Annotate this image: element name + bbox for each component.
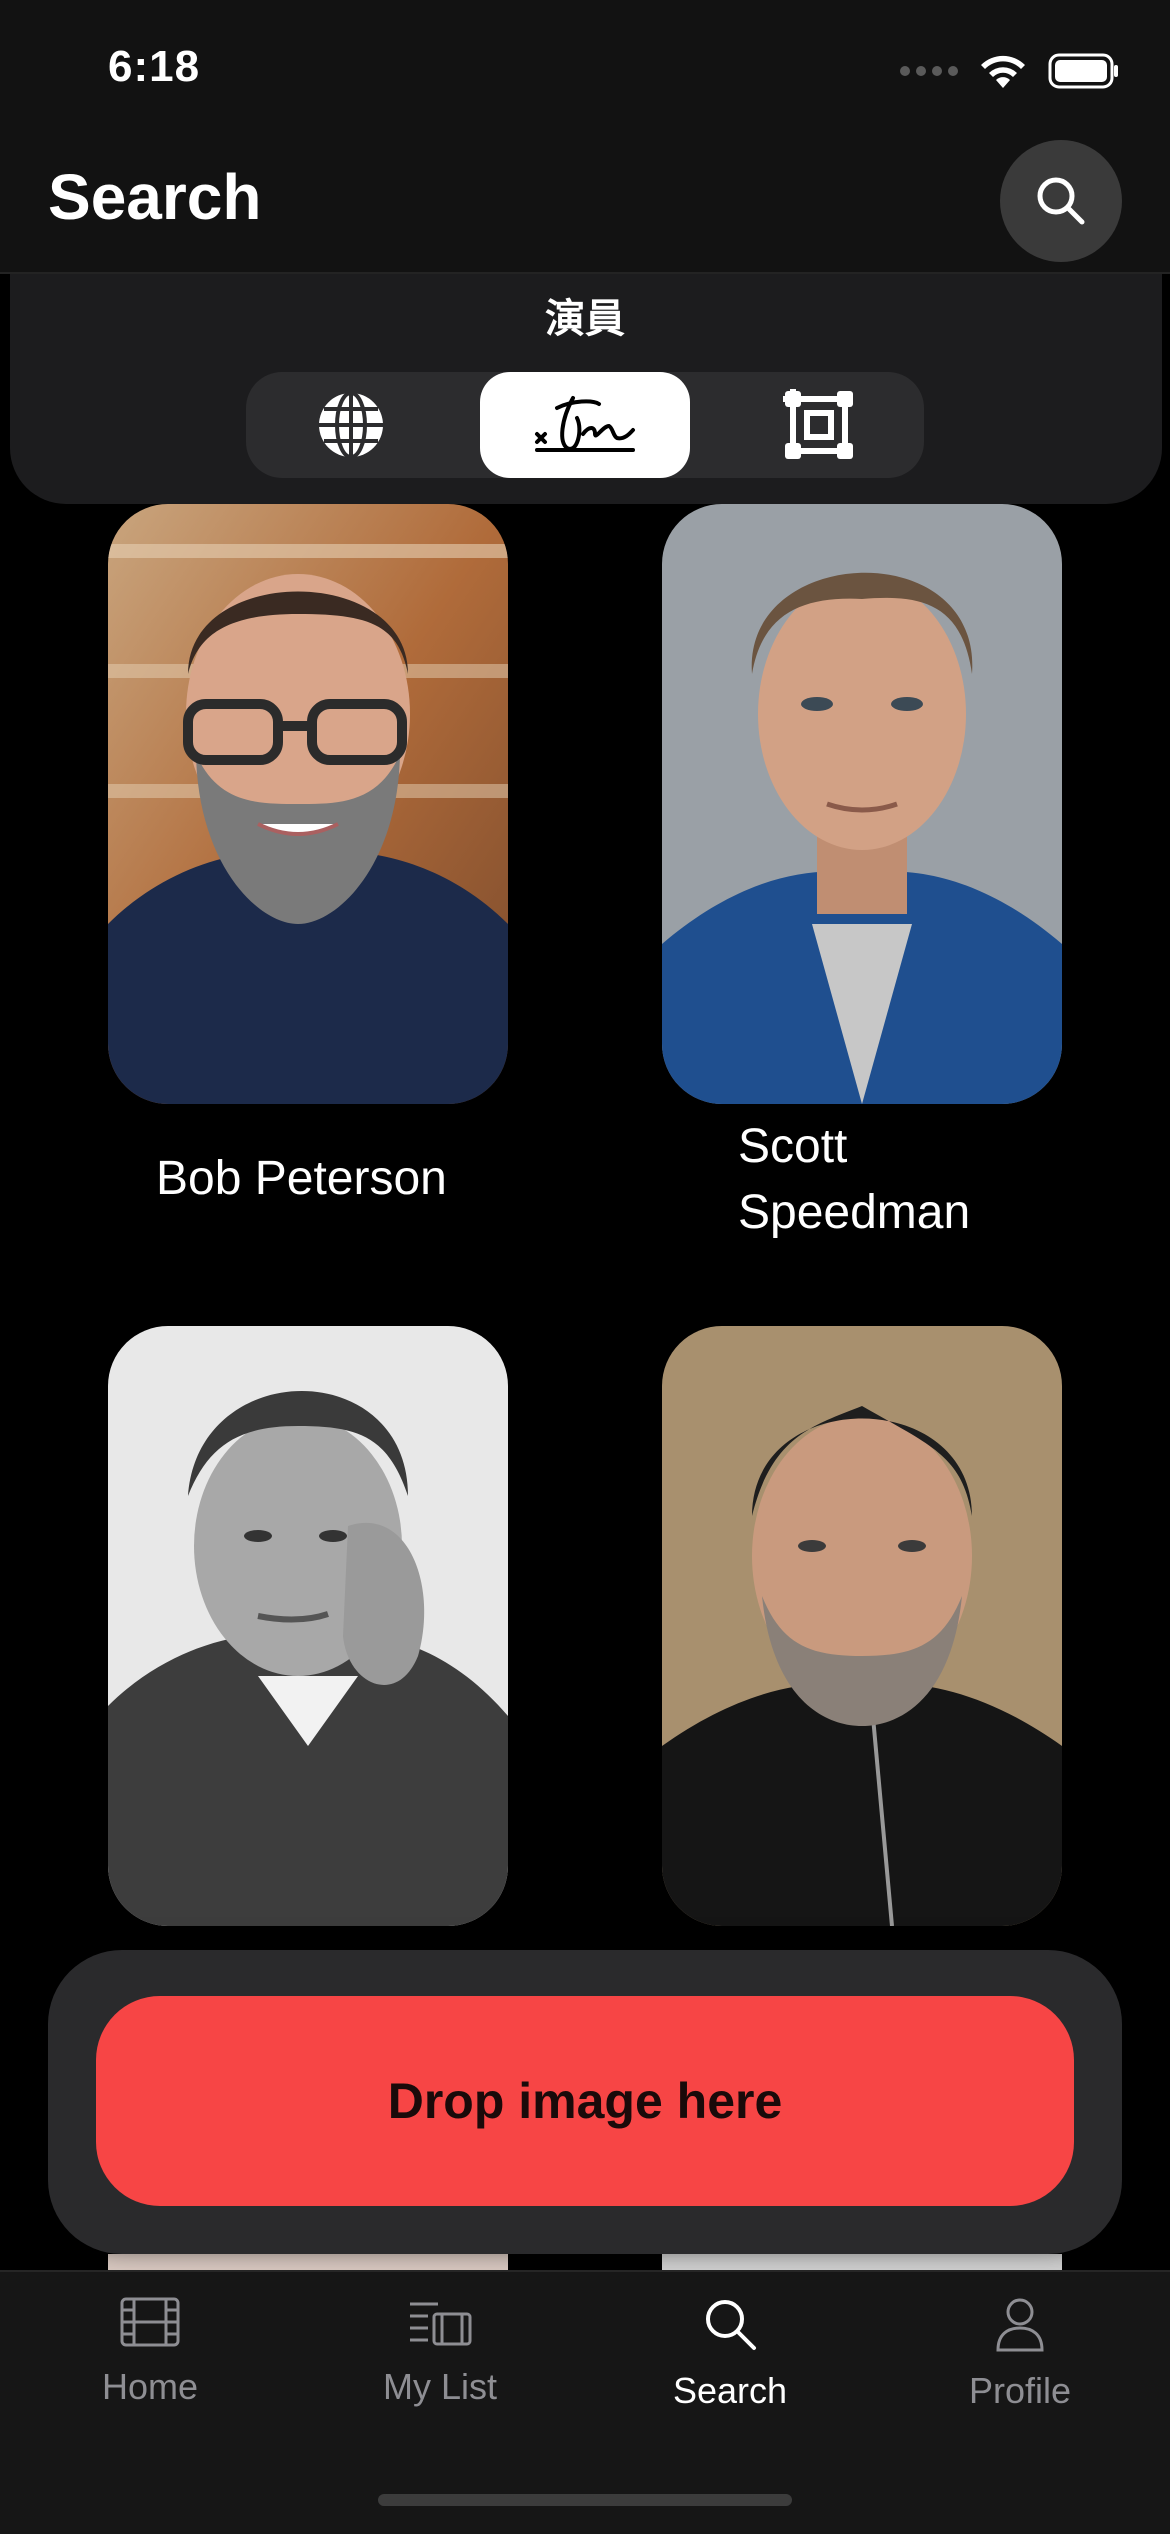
status-time: 6:18 bbox=[108, 42, 201, 91]
search-button[interactable] bbox=[1000, 140, 1122, 262]
search-icon bbox=[706, 2300, 756, 2350]
actor-photo-1[interactable] bbox=[108, 504, 508, 1104]
cellular-signal-icon bbox=[900, 66, 958, 76]
drop-image-button[interactable]: Drop image here bbox=[96, 1996, 1074, 2206]
signature-icon bbox=[535, 396, 635, 452]
status-indicators bbox=[900, 52, 1120, 90]
battery-icon bbox=[1048, 53, 1118, 89]
tab-profile-label: Profile bbox=[968, 2370, 1072, 2411]
globe-icon bbox=[319, 391, 383, 459]
list-icon bbox=[410, 2302, 472, 2346]
tab-search-label: Search bbox=[672, 2370, 788, 2411]
home-indicator bbox=[378, 2494, 792, 2506]
actor-photo-4[interactable] bbox=[662, 1326, 1062, 1926]
filter-title: 演員 bbox=[545, 297, 625, 341]
actor-name-2: Scott Speedman bbox=[738, 1120, 971, 1239]
segment-globe[interactable] bbox=[246, 372, 456, 478]
tab-profile[interactable]: Profile bbox=[890, 2296, 1150, 2412]
segmented-control bbox=[246, 372, 924, 478]
actor-photo-3[interactable] bbox=[108, 1326, 508, 1926]
wifi-icon bbox=[981, 55, 1025, 88]
page-title: Search bbox=[48, 161, 262, 233]
crop-frame-icon bbox=[783, 389, 853, 459]
tab-home-label: Home bbox=[101, 2366, 199, 2407]
tab-my-list[interactable]: My List bbox=[310, 2296, 570, 2408]
tab-search[interactable]: Search bbox=[600, 2296, 860, 2412]
tab-home[interactable]: Home bbox=[20, 2296, 280, 2408]
segment-signature[interactable] bbox=[480, 372, 690, 478]
person-icon bbox=[996, 2298, 1044, 2352]
actor-photo-2[interactable] bbox=[662, 504, 1062, 1104]
tab-my-list-label: My List bbox=[382, 2366, 497, 2407]
segment-crop[interactable] bbox=[714, 372, 924, 478]
film-icon bbox=[120, 2297, 180, 2347]
magnifier-icon bbox=[1037, 177, 1085, 225]
actor-name-1: Bob Peterson bbox=[156, 1152, 447, 1205]
